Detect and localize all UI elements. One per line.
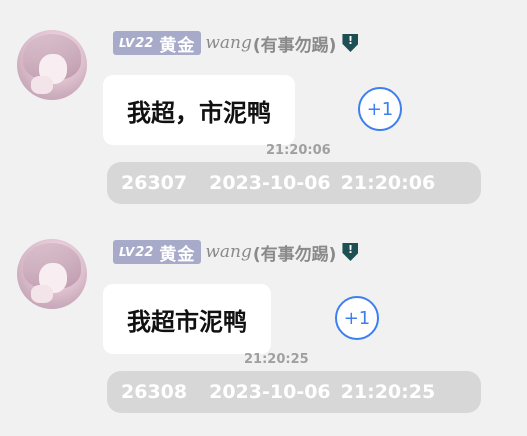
level-tier: 黄金 [159,244,196,265]
level-number: 22 [135,35,154,51]
level-tier: 黄金 [159,35,196,56]
message-bubble[interactable]: 我超，市泥鸭 [103,75,295,145]
level-prefix: LV [119,245,135,259]
message-id: 26307 [121,172,188,194]
message-timestamp: 21:20:06 [266,143,331,158]
message-item: LV 22 黄金 wang (有事勿踢) ! 我超，市泥鸭 +1 21:20:0… [0,0,527,210]
message-timestamp: 21:20:25 [244,352,309,367]
plus-one-reaction-button[interactable]: +1 [335,296,379,340]
message-meta-bar: 26307 2023-10-06 21:20:06 [107,162,481,204]
message-id: 26308 [121,381,188,403]
message-item: LV 22 黄金 wang (有事勿踢) ! 我超市泥鸭 +1 21:20:25… [0,209,527,419]
message-meta-bar: 26308 2023-10-06 21:20:25 [107,371,481,413]
plus-one-reaction-button[interactable]: +1 [358,87,402,131]
avatar[interactable] [17,239,87,309]
message-text: 我超，市泥鸭 [127,98,271,127]
message-text: 我超市泥鸭 [127,307,247,336]
shield-icon: ! [342,243,359,261]
avatar-hand [31,285,53,303]
message-date: 2023-10-06 [209,381,331,403]
level-number: 22 [135,244,154,260]
avatar-hand [31,76,53,94]
level-prefix: LV [119,36,135,50]
reaction-label: +1 [366,98,394,120]
sender-row: LV 22 黄金 wang (有事勿踢) ! [113,30,359,56]
level-badge: LV 22 黄金 [113,31,202,56]
message-bubble[interactable]: 我超市泥鸭 [103,284,271,354]
sender-nickname[interactable]: wang [205,33,252,53]
reaction-label: +1 [343,307,371,329]
avatar[interactable] [17,30,87,100]
shield-icon: ! [342,34,359,52]
message-datetime-time: 21:20:25 [340,381,436,403]
message-date: 2023-10-06 [209,172,331,194]
level-badge: LV 22 黄金 [113,240,202,265]
sender-nickname-suffix[interactable]: (有事勿踢) [253,240,337,265]
message-datetime-time: 21:20:06 [340,172,436,194]
sender-row: LV 22 黄金 wang (有事勿踢) ! [113,239,359,265]
sender-nickname[interactable]: wang [205,242,252,262]
sender-nickname-suffix[interactable]: (有事勿踢) [253,31,337,56]
